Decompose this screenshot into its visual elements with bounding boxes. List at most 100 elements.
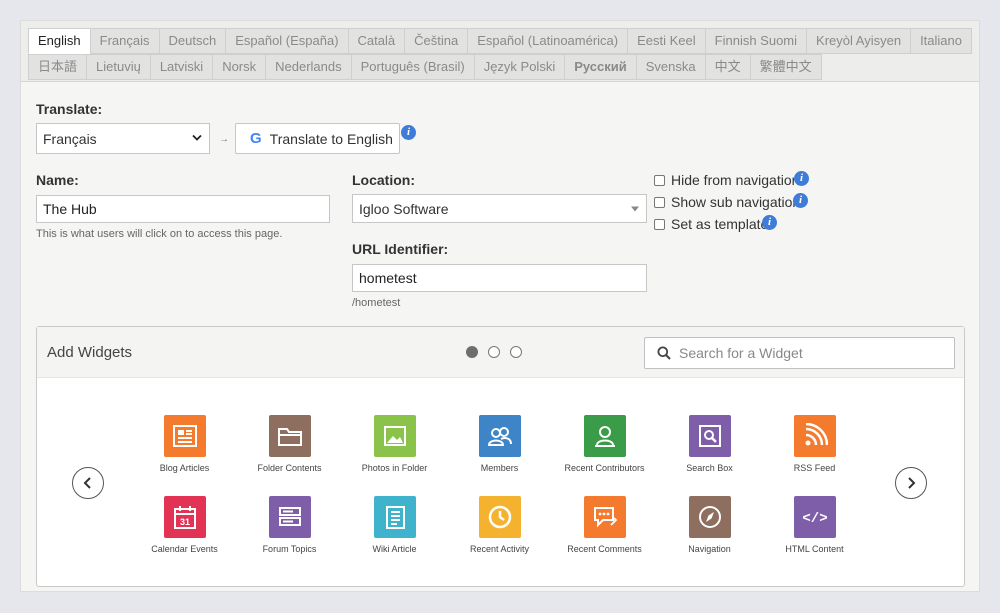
widget-page-dot[interactable] [466, 346, 478, 358]
widget-tile-recent-contributors[interactable]: Recent Contributors [552, 415, 657, 496]
widget-page-dot[interactable] [488, 346, 500, 358]
tab-language-fran-ais[interactable]: Français [89, 28, 160, 54]
clock-icon [478, 496, 521, 538]
widget-grid: Blog Articles Folder Contents Photos in Fo… [132, 415, 867, 577]
widget-label: Photos in Folder [361, 463, 428, 473]
info-icon[interactable]: i [793, 193, 808, 208]
widget-label: Blog Articles [159, 463, 210, 473]
tab-language-lietuvi[interactable]: Lietuvių [86, 54, 151, 80]
widget-search-input[interactable]: Search for a Widget [644, 337, 955, 369]
widget-row: 31 Calendar Events Forum Topics Wiki Articl… [132, 496, 867, 577]
tab-language-krey-l-ayisyen[interactable]: Kreyòl Ayisyen [806, 28, 912, 54]
widget-tile-navigation[interactable]: Navigation [657, 496, 762, 577]
tab-language-italiano[interactable]: Italiano [910, 28, 972, 54]
previous-widgets-button[interactable] [72, 467, 104, 499]
widget-page-dots [466, 346, 522, 358]
location-select-value: Igloo Software [359, 200, 449, 217]
language-tabs-row: 日本語 Lietuvių Latviski Norsk Nederlands Portug… [28, 54, 979, 80]
name-input-value: The Hub [43, 201, 97, 217]
tab-language-catal[interactable]: Català [347, 28, 406, 54]
widget-label: RSS Feed [793, 463, 836, 473]
rss-icon [793, 415, 836, 457]
tab-language-english[interactable]: English [28, 28, 91, 54]
tab-language-deutsch[interactable]: Deutsch [158, 28, 227, 54]
info-icon[interactable]: i [762, 215, 777, 230]
set-as-template-label: Set as template [671, 216, 769, 232]
svg-text:</>: </> [802, 511, 827, 527]
name-hint: This is what users will click on to acce… [36, 228, 283, 240]
info-icon[interactable]: i [401, 125, 416, 140]
tab-language-nederlands[interactable]: Nederlands [265, 54, 352, 80]
add-widgets-title: Add Widgets [47, 344, 133, 361]
widget-tile-rss-feed[interactable]: RSS Feed [762, 415, 867, 496]
url-identifier-value: hometest [359, 270, 417, 286]
search-box-icon [688, 415, 731, 457]
widget-label: Navigation [688, 544, 731, 554]
widget-tile-html-content[interactable]: </> HTML Content [762, 496, 867, 577]
widget-label: Recent Activity [469, 544, 530, 554]
widget-row: Blog Articles Folder Contents Photos in Fo… [132, 415, 867, 496]
calendar-icon: 31 [163, 496, 206, 538]
translate-language-value: Français [43, 130, 97, 147]
tab-language-svenska[interactable]: Svenska [635, 54, 706, 80]
hide-from-navigation-option[interactable]: Hide from navigation [654, 172, 799, 188]
show-sub-navigation-checkbox[interactable] [654, 196, 665, 208]
widget-tile-recent-comments[interactable]: Recent Comments [552, 496, 657, 577]
hide-from-navigation-checkbox[interactable] [654, 174, 665, 186]
widget-label: Search Box [686, 463, 733, 473]
widget-label: Recent Contributors [564, 463, 645, 473]
tab-language-finnish-suomi[interactable]: Finnish Suomi [704, 28, 808, 54]
tab-language-row2-9[interactable]: 中文 [704, 54, 751, 80]
next-widgets-button[interactable] [895, 467, 927, 499]
code-icon: </> [793, 496, 836, 538]
widget-search-placeholder: Search for a Widget [679, 345, 803, 361]
name-label: Name: [36, 172, 79, 188]
photo-icon [373, 415, 416, 457]
tab-language-portugu-s-brasil[interactable]: Português (Brasil) [350, 54, 475, 80]
widget-tile-calendar-events[interactable]: 31 Calendar Events [132, 496, 237, 577]
arrow-right-icon: → [219, 134, 229, 145]
contributor-icon [583, 415, 626, 457]
caret-down-icon [631, 203, 639, 214]
widget-tile-wiki-article[interactable]: Wiki Article [342, 496, 447, 577]
set-as-template-checkbox[interactable] [654, 218, 665, 230]
widget-label: Forum Topics [262, 544, 317, 554]
tab-language-row2-0[interactable]: 日本語 [28, 54, 88, 80]
widget-tile-photos-in-folder[interactable]: Photos in Folder [342, 415, 447, 496]
set-as-template-option[interactable]: Set as template [654, 216, 768, 232]
tab-language-norsk[interactable]: Norsk [212, 54, 267, 80]
tab-language-latviski[interactable]: Latviski [149, 54, 214, 80]
chevron-down-icon [192, 133, 202, 144]
location-select[interactable]: Igloo Software [352, 194, 647, 223]
tab-language-e-tina[interactable]: Čeština [404, 28, 469, 54]
translate-to-english-button[interactable]: G Translate to English [235, 123, 400, 154]
widget-tile-forum-topics[interactable]: Forum Topics [237, 496, 342, 577]
info-icon[interactable]: i [794, 171, 809, 186]
widget-label: Folder Contents [257, 463, 322, 473]
widget-page-dot[interactable] [510, 346, 522, 358]
tab-language-espa-ol-latinoam-rica[interactable]: Español (Latinoamérica) [467, 28, 629, 54]
url-hint: /hometest [352, 297, 401, 309]
tab-language-eesti-keel[interactable]: Eesti Keel [627, 28, 706, 54]
tab-language-j-zyk-polski[interactable]: Język Polski [473, 54, 566, 80]
widget-tile-members[interactable]: Members [447, 415, 552, 496]
language-tabs-row: English Français Deutsch Español (España) Ca… [28, 28, 979, 54]
tab-language-espa-ol-espa-a[interactable]: Español (España) [225, 28, 349, 54]
show-sub-navigation-label: Show sub navigation [671, 194, 801, 210]
translate-language-select[interactable]: Français [36, 123, 210, 154]
show-sub-navigation-option[interactable]: Show sub navigation [654, 194, 800, 210]
wiki-icon [373, 496, 416, 538]
url-identifier-label: URL Identifier: [352, 241, 449, 257]
tab-language-row2-7[interactable]: Русский [564, 54, 637, 80]
url-identifier-input[interactable]: hometest [352, 264, 647, 292]
members-icon [478, 415, 521, 457]
page-settings-panel: English Français Deutsch Español (España) Ca… [20, 20, 980, 592]
widget-tile-search-box[interactable]: Search Box [657, 415, 762, 496]
widget-tile-blog-articles[interactable]: Blog Articles [132, 415, 237, 496]
name-input[interactable]: The Hub [36, 195, 330, 223]
widget-tile-recent-activity[interactable]: Recent Activity [447, 496, 552, 577]
widget-label: Calendar Events [151, 544, 218, 554]
widget-tile-folder-contents[interactable]: Folder Contents [237, 415, 342, 496]
translate-button-label: Translate to English [269, 130, 393, 147]
tab-language-row2-10[interactable]: 繁體中文 [749, 54, 822, 80]
